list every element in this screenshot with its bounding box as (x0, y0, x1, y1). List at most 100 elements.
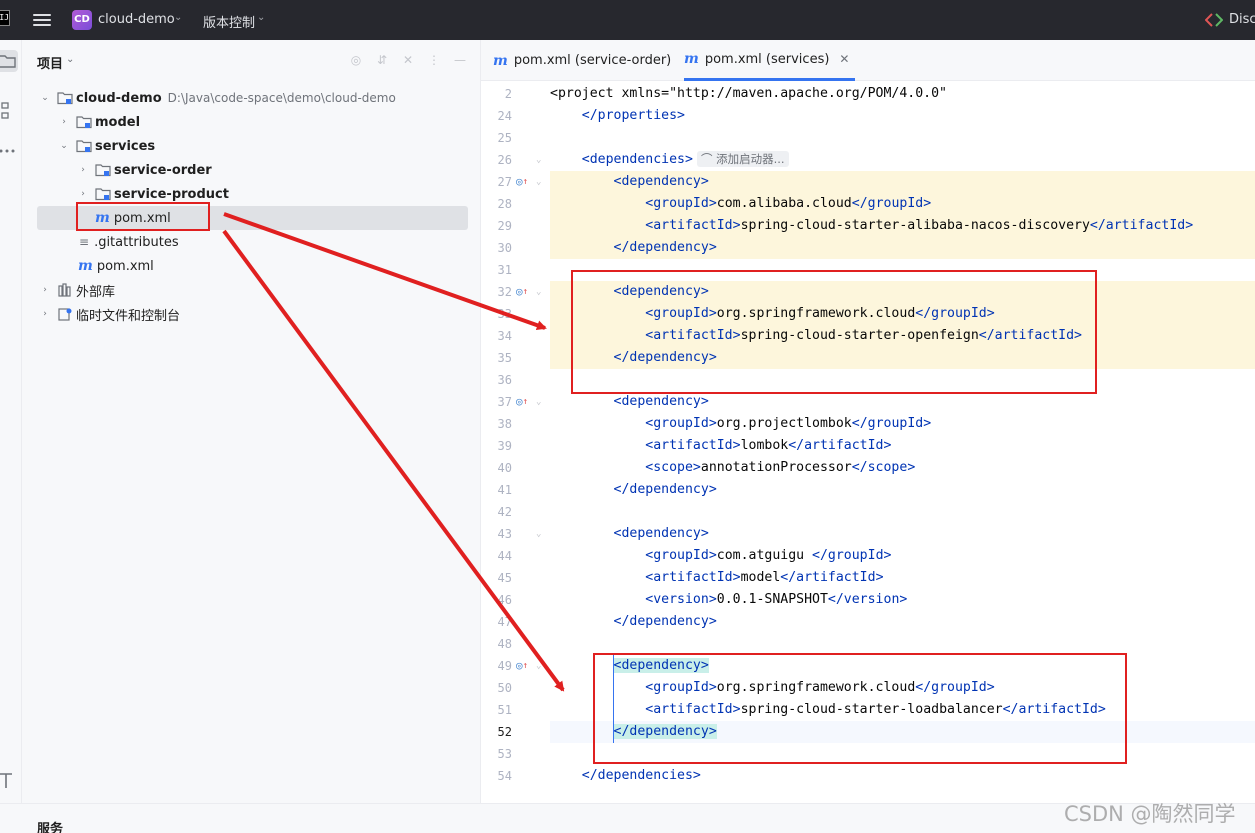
code-line[interactable]: 44 <groupId>com.atguigu </groupId> (481, 545, 1255, 567)
code-line[interactable]: 28 <groupId>com.alibaba.cloud</groupId> (481, 193, 1255, 215)
line-number: 33 (497, 307, 512, 321)
maven-file-icon: m (684, 51, 699, 67)
code-line[interactable]: 27 ◎↑ ⌄ <dependency> (481, 171, 1255, 193)
code-line[interactable]: 29 <artifactId>spring-cloud-starter-alib… (481, 215, 1255, 237)
expand-icon[interactable]: ⇵ (374, 52, 390, 68)
code-text: <groupId>com.alibaba.cloud</groupId> (645, 196, 932, 211)
code-line[interactable]: 24 </properties> (481, 105, 1255, 127)
terminal-icon[interactable] (0, 770, 18, 792)
tree-item-gitattributes[interactable]: ≡ .gitattributes (22, 230, 481, 254)
chevron-down-icon[interactable]: ⌄ (58, 141, 70, 151)
line-number: 26 (497, 153, 512, 167)
code-text: </dependencies> (581, 768, 701, 783)
tree-item-services[interactable]: ⌄ services (22, 134, 481, 158)
module-folder-icon (76, 116, 92, 129)
code-text: <artifactId>spring-cloud-starter-alibaba… (645, 218, 1194, 233)
code-line[interactable]: 46 <version>0.0.1-SNAPSHOT</version> (481, 589, 1255, 611)
code-line[interactable]: 25 (481, 127, 1255, 149)
tree-item-cloud-demo[interactable]: ⌄ cloud-demo D:\Java\code-space\demo\clo… (22, 86, 481, 110)
tree-item-label: pom.xml (96, 258, 154, 274)
ide-logo-icon[interactable]: IJ (0, 10, 10, 26)
code-line[interactable]: 26 ⌄ <dependencies> ⌒ 添加启动器... (481, 149, 1255, 171)
module-folder-icon (95, 164, 111, 177)
override-gutter-icon[interactable]: ◎↑ (516, 171, 536, 193)
code-line[interactable]: 39 <artifactId>lombok</artifactId> (481, 435, 1255, 457)
code-line[interactable]: 43 ⌄ <dependency> (481, 523, 1255, 545)
add-starter-hint[interactable]: ⌒ 添加启动器... (696, 151, 789, 167)
fold-chevron-icon[interactable]: ⌄ (536, 655, 541, 677)
tree-item-model[interactable]: › model (22, 110, 481, 134)
code-line[interactable]: 47 </dependency> (481, 611, 1255, 633)
project-folder-icon[interactable] (0, 50, 18, 72)
code-line[interactable]: 42 (481, 501, 1255, 523)
line-number: 52 (497, 725, 512, 739)
fold-chevron-icon[interactable]: ⌄ (536, 281, 541, 303)
code-line[interactable]: 2 <project xmlns="http://maven.apache.org… (481, 83, 1255, 105)
code-text: <project xmlns="http://maven.apache.org/… (550, 86, 947, 101)
chevron-right-icon[interactable]: › (39, 309, 51, 319)
fold-chevron-icon[interactable]: ⌄ (536, 391, 541, 413)
project-badge[interactable]: CD (72, 10, 92, 30)
code-line[interactable]: 30 </dependency> (481, 237, 1255, 259)
panel-title[interactable]: 项目 (37, 53, 63, 72)
code-text: <artifactId>lombok</artifactId> (645, 438, 892, 453)
tree-item-label: cloud-demo (76, 90, 162, 106)
fold-chevron-icon[interactable]: ⌄ (536, 171, 541, 193)
tree-item-root-pom[interactable]: m pom.xml (22, 254, 481, 278)
line-number: 31 (497, 263, 512, 277)
chevron-down-icon[interactable]: ⌄ (66, 54, 74, 65)
line-number: 47 (497, 615, 512, 629)
chevron-down-icon[interactable]: ⌄ (174, 12, 182, 23)
code-line[interactable]: 40 <scope>annotationProcessor</scope> (481, 457, 1255, 479)
vcs-menu[interactable]: 版本控制 (203, 12, 255, 31)
more-icon[interactable] (0, 140, 18, 162)
tab-service-order-pom[interactable]: m pom.xml (service-order) (493, 40, 671, 81)
tab-services-pom[interactable]: m pom.xml (services) ✕ (684, 40, 856, 81)
options-icon[interactable]: ⋮ (426, 52, 442, 68)
tree-item-external-libraries[interactable]: › 外部库 (22, 278, 481, 302)
line-number: 32 (497, 285, 512, 299)
override-gutter-icon[interactable]: ◎↑ (516, 655, 536, 677)
line-number: 28 (497, 197, 512, 211)
tree-item-path: D:\Java\code-space\demo\cloud-demo (167, 91, 396, 105)
code-line[interactable]: 37 ◎↑ ⌄ <dependency> (481, 391, 1255, 413)
line-number: 49 (497, 659, 512, 673)
editor-tabs: m pom.xml (service-order) m pom.xml (ser… (481, 40, 1255, 81)
code-line[interactable]: 41 </dependency> (481, 479, 1255, 501)
chevron-right-icon[interactable]: › (77, 189, 89, 199)
hide-icon[interactable]: — (452, 52, 468, 68)
chevron-down-icon[interactable]: ⌄ (39, 93, 51, 103)
tree-item-service-order[interactable]: › service-order (22, 158, 481, 182)
structure-icon[interactable] (0, 100, 18, 122)
services-tab[interactable]: 服务 (37, 818, 63, 833)
line-number: 40 (497, 461, 512, 475)
project-selector[interactable]: cloud-demo (98, 12, 175, 27)
collapse-icon[interactable]: ✕ (400, 52, 416, 68)
chevron-right-icon[interactable]: › (58, 117, 70, 127)
discover-label[interactable]: Disc (1229, 12, 1255, 27)
chevron-down-icon[interactable]: ⌄ (257, 12, 265, 23)
main-menu-icon[interactable] (33, 12, 51, 28)
annotation-box-loadbalancer (593, 653, 1127, 764)
override-gutter-icon[interactable]: ◎↑ (516, 281, 536, 303)
close-icon[interactable]: ✕ (839, 52, 849, 66)
maven-file-icon: m (493, 52, 508, 69)
tree-item-label: .gitattributes (94, 234, 179, 250)
locate-icon[interactable]: ◎ (348, 52, 364, 68)
project-panel: 项目 ⌄ ◎ ⇵ ✕ ⋮ — ⌄ cloud-demo D:\Java\code… (22, 40, 481, 803)
discover-icon[interactable] (1205, 12, 1223, 28)
code-line[interactable]: 45 <artifactId>model</artifactId> (481, 567, 1255, 589)
code-line[interactable]: 38 <groupId>org.projectlombok</groupId> (481, 413, 1255, 435)
code-line[interactable]: 54 </dependencies> (481, 765, 1255, 787)
fold-chevron-icon[interactable]: ⌄ (536, 523, 541, 545)
line-number: 24 (497, 109, 512, 123)
scratches-icon (58, 308, 72, 321)
tree-item-scratches[interactable]: › 临时文件和控制台 (22, 302, 481, 326)
code-text: <scope>annotationProcessor</scope> (645, 460, 916, 475)
override-gutter-icon[interactable]: ◎↑ (516, 391, 536, 413)
code-line[interactable]: 48 (481, 633, 1255, 655)
chevron-right-icon[interactable]: › (77, 165, 89, 175)
annotation-box-pom (76, 202, 210, 231)
fold-chevron-icon[interactable]: ⌄ (536, 149, 541, 171)
chevron-right-icon[interactable]: › (39, 285, 51, 295)
